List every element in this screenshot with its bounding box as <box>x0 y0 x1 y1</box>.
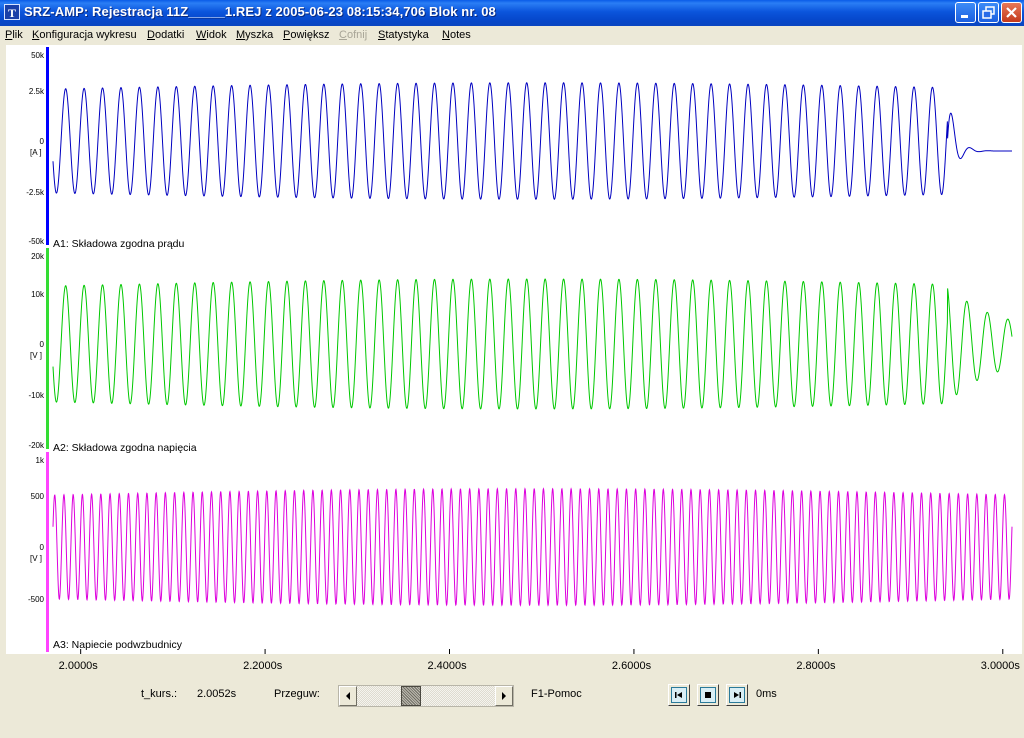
y-tick-label: -10k <box>28 391 45 400</box>
time-scrollbar[interactable] <box>338 685 514 707</box>
minimize-button[interactable] <box>955 2 976 23</box>
axis-bar-1 <box>46 47 49 245</box>
channel-title: A3: Napiecie podwzbudnicy <box>53 639 183 651</box>
y-tick-label: -20k <box>28 441 45 450</box>
title-bar[interactable]: T SRZ-AMP: Rejestracja 11Z_____1.REJ z 2… <box>0 0 1024 26</box>
y-tick-label: 1k <box>36 456 45 465</box>
x-tick-label: 2.8000s <box>796 660 836 672</box>
unit-label: [A ] <box>30 148 42 157</box>
close-button[interactable] <box>1001 2 1022 23</box>
y-tick-label: -50k <box>28 237 45 246</box>
cursor-value: 2.0052s <box>197 688 237 700</box>
scroll-label: Przeguw: <box>274 688 320 700</box>
x-tick-label: 2.2000s <box>243 660 283 672</box>
y-tick-label: 0 <box>40 340 45 349</box>
app-icon[interactable]: T <box>4 4 20 20</box>
menu-myszka[interactable]: Myszka <box>236 29 273 41</box>
step-forward-button[interactable] <box>726 684 748 706</box>
arrow-right-icon <box>502 692 506 700</box>
step-back-icon <box>675 692 682 698</box>
axis-bar-3 <box>46 452 49 652</box>
close-icon <box>1006 7 1017 18</box>
plot-area[interactable]: 50k 2.5k 0 -2.5k -50k [A ] A1: Składowa zgodna… <box>6 45 1022 654</box>
scroll-thumb[interactable] <box>401 686 421 706</box>
help-label: F1-Pomoc <box>531 688 582 700</box>
waveform-2 <box>52 278 1013 410</box>
unit-label: [V ] <box>30 351 42 360</box>
channel-title: A1: Składowa zgodna prądu <box>53 238 185 250</box>
y-tick-label: 500 <box>31 492 45 501</box>
panel-2: 20k 10k 0 -10k -20k [V ] A2: Składowa zgodna n… <box>28 248 1013 454</box>
y-tick-label: 2.5k <box>29 87 45 96</box>
scroll-right-button[interactable] <box>495 686 513 706</box>
window-title: SRZ-AMP: Rejestracja 11Z_____1.REJ z 200… <box>24 4 496 19</box>
restore-icon <box>982 6 995 19</box>
waveform-1 <box>52 82 1012 200</box>
stop-icon <box>705 692 711 698</box>
stop-button[interactable] <box>697 684 719 706</box>
menu-powiększ[interactable]: Powiększ <box>283 29 329 41</box>
waveform-chart[interactable]: 50k 2.5k 0 -2.5k -50k [A ] A1: Składowa zgodna… <box>6 45 1022 654</box>
time-value: 0ms <box>756 688 777 700</box>
x-tick-label: 2.4000s <box>427 660 467 672</box>
menu-statystyka[interactable]: Statystyka <box>378 29 429 41</box>
panel-1: 50k 2.5k 0 -2.5k -50k [A ] A1: Składowa zgodna… <box>26 47 1012 250</box>
restore-button[interactable] <box>978 2 999 23</box>
scroll-left-button[interactable] <box>339 686 357 706</box>
menu-dodatki[interactable]: Dodatki <box>147 29 184 41</box>
x-tick-label: 2.6000s <box>611 660 652 672</box>
unit-label: [V ] <box>30 554 42 563</box>
y-tick-label: 0 <box>40 137 45 146</box>
menu-plik[interactable]: Plik <box>5 29 23 41</box>
panel-3: 1k 500 0 -500 [V ] A3: Napiecie podwzbudnicy <box>28 452 1013 652</box>
menu-bar: Plik Konfiguracja wykresu Dodatki Widok Mysz… <box>0 26 1024 45</box>
waveform-3 <box>52 487 1013 607</box>
axis-bar-2 <box>46 248 49 449</box>
menu-cofnij: Cofnij <box>339 29 368 41</box>
y-tick-label: 0 <box>40 543 45 552</box>
y-tick-label: 20k <box>31 252 45 261</box>
step-forward-icon <box>734 692 741 698</box>
arrow-left-icon <box>346 692 350 700</box>
channel-title: A2: Składowa zgodna napięcia <box>53 442 197 454</box>
menu-konfiguracja-wykresu[interactable]: Konfiguracja wykresu <box>32 29 137 41</box>
menu-notes[interactable]: Notes <box>442 29 471 41</box>
x-tick-label: 3.0000s <box>980 660 1020 672</box>
y-tick-label: -500 <box>28 595 45 604</box>
y-tick-label: 10k <box>31 290 45 299</box>
y-tick-label: -2.5k <box>26 188 45 197</box>
step-back-button[interactable] <box>668 684 690 706</box>
menu-widok[interactable]: Widok <box>196 29 227 41</box>
x-tick-label: 2.0000s <box>58 660 98 672</box>
y-tick-label: 50k <box>31 51 45 60</box>
cursor-label: t_kurs.: <box>141 688 178 700</box>
minimize-icon <box>961 15 968 18</box>
